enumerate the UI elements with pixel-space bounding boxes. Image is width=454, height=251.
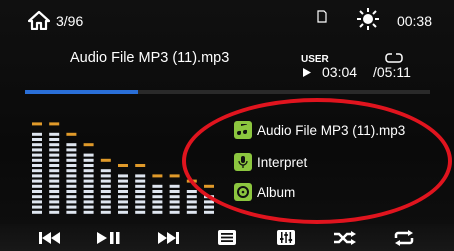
previous-icon[interactable] xyxy=(37,228,63,248)
progress-fill xyxy=(25,90,139,94)
current-time: 03:04 xyxy=(322,64,358,80)
spectrum-peak xyxy=(152,174,163,178)
music-player-screen: 3/96 00:38 Audio File MP3 (11).mp3 USER … xyxy=(0,0,454,251)
spectrum-bar xyxy=(152,174,163,214)
spectrum-peak xyxy=(49,122,60,126)
total-time: /05:11 xyxy=(373,64,411,80)
play-pause-icon[interactable] xyxy=(96,228,122,248)
repeat-mode-icon xyxy=(385,53,403,63)
spectrum-bar xyxy=(83,143,94,214)
spectrum-bar xyxy=(49,122,60,214)
equalizer-icon[interactable] xyxy=(273,228,299,248)
repeat-icon[interactable] xyxy=(391,228,417,248)
status-bar: 3/96 00:38 xyxy=(0,0,454,42)
spectrum-bar xyxy=(32,122,42,214)
spectrum-bar xyxy=(100,158,111,214)
spectrum-peak xyxy=(135,164,146,167)
spectrum-peak xyxy=(66,132,77,136)
progress-bar[interactable] xyxy=(25,90,430,94)
spectrum-peak xyxy=(100,158,111,162)
next-icon[interactable] xyxy=(155,228,181,248)
spectrum-bar xyxy=(66,132,77,214)
play-state-icon xyxy=(303,68,311,77)
playlist-icon[interactable] xyxy=(214,228,240,248)
spectrum-peak xyxy=(32,122,42,126)
brightness-icon[interactable] xyxy=(356,7,380,31)
spectrum-bar xyxy=(118,164,128,214)
spectrum-bar xyxy=(135,164,146,214)
spectrum-bar xyxy=(169,174,180,214)
highlight-ellipse xyxy=(182,98,452,224)
track-counter: 3/96 xyxy=(56,13,84,29)
clock: 00:38 xyxy=(396,13,432,29)
spectrum-peak xyxy=(118,164,128,167)
shuffle-icon[interactable] xyxy=(332,228,358,248)
spectrum-peak xyxy=(83,143,94,147)
home-icon[interactable] xyxy=(28,10,50,30)
playback-controls xyxy=(0,224,454,251)
sd-card-icon xyxy=(317,10,327,23)
spectrum-peak xyxy=(169,174,180,178)
now-playing-filename: Audio File MP3 (11).mp3 xyxy=(70,50,230,66)
